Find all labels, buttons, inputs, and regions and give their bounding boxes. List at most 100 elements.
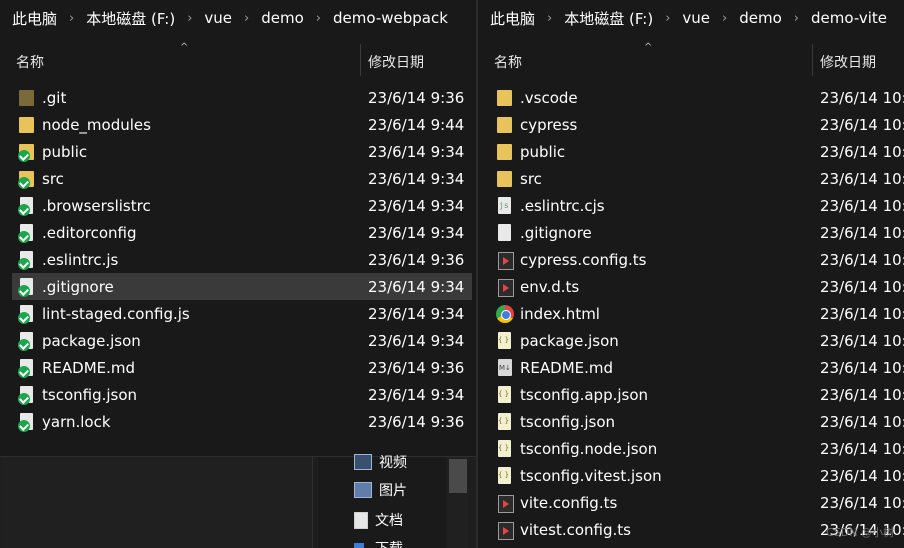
nav-item-documents[interactable]: 文档 (354, 510, 403, 530)
file-name: src (42, 169, 64, 188)
column-header: ^ 名称 修改日期 (0, 42, 476, 76)
file-name: tsconfig.json (520, 412, 616, 431)
breadcrumb-drive[interactable]: 本地磁盘 (F:) (82, 8, 179, 29)
breadcrumb-vue[interactable]: vue (678, 9, 714, 27)
column-resize-handle[interactable] (360, 44, 361, 76)
file-modified-date: 23/6/14 9:34 (368, 331, 465, 350)
file-row[interactable]: cypress 23/6/14 10: (490, 111, 904, 138)
breadcrumb: 此电脑 › 本地磁盘 (F:) › vue › demo › demo-vite (478, 0, 904, 36)
file-row[interactable]: public 23/6/14 10: (490, 138, 904, 165)
file-modified-date: 23/6/14 9:34 (368, 196, 465, 215)
file-row[interactable]: tsconfig.app.json 23/6/14 10: (490, 381, 904, 408)
file-name: .gitignore (42, 277, 114, 296)
breadcrumb-this-pc[interactable]: 此电脑 (8, 8, 61, 29)
column-resize-handle[interactable] (812, 44, 813, 76)
file-row[interactable]: .eslintrc.js 23/6/14 9:36 (12, 246, 472, 273)
document-folder-icon (354, 511, 368, 529)
download-folder-icon (354, 543, 364, 548)
file-modified-date: 23/6/14 9:34 (368, 223, 465, 242)
nav-item-videos[interactable]: 视频 (354, 452, 407, 472)
chevron-right-icon[interactable]: › (786, 11, 807, 26)
file-row[interactable]: tsconfig.vitest.json 23/6/14 10: (490, 462, 904, 489)
file-modified-date: 23/6/14 10: (820, 493, 904, 512)
breadcrumb-demo[interactable]: demo (257, 9, 308, 27)
folder-icon (18, 116, 36, 134)
chevron-right-icon[interactable]: › (61, 11, 82, 26)
folder-dark-icon (18, 89, 36, 107)
file-modified-date: 23/6/14 10: (820, 304, 904, 323)
file-name: .eslintrc.cjs (520, 196, 605, 215)
file-synced-icon (18, 277, 36, 297)
file-name: tsconfig.vitest.json (520, 466, 662, 485)
file-name: lint-staged.config.js (42, 304, 190, 323)
breadcrumb-demo[interactable]: demo (735, 9, 786, 27)
breadcrumb-drive[interactable]: 本地磁盘 (F:) (560, 8, 657, 29)
column-header-date[interactable]: 修改日期 (368, 52, 424, 72)
file-modified-date: 23/6/14 10: (820, 358, 904, 377)
nav-item-label: 下载 (375, 538, 403, 548)
file-row[interactable]: index.html 23/6/14 10: (490, 300, 904, 327)
file-name: node_modules (42, 115, 151, 134)
file-row[interactable]: yarn.lock 23/6/14 9:36 (12, 408, 472, 435)
breadcrumb-this-pc[interactable]: 此电脑 (486, 8, 539, 29)
file-modified-date: 23/6/14 10: (820, 115, 904, 134)
file-row[interactable]: tsconfig.json 23/6/14 10: (490, 408, 904, 435)
chevron-right-icon[interactable]: › (179, 11, 200, 26)
file-row[interactable]: src 23/6/14 9:34 (12, 165, 472, 192)
chevron-right-icon[interactable]: › (308, 11, 329, 26)
file-modified-date: 23/6/14 10: (820, 223, 904, 242)
nav-item-pictures[interactable]: 图片 (354, 480, 407, 500)
breadcrumb-vue[interactable]: vue (200, 9, 236, 27)
file-row[interactable]: tsconfig.json 23/6/14 9:34 (12, 381, 472, 408)
file-row[interactable]: package.json 23/6/14 10: (490, 327, 904, 354)
scrollbar-thumb[interactable] (449, 459, 467, 493)
file-name: README.md (42, 358, 136, 377)
file-modified-date: 23/6/14 10: (820, 331, 904, 350)
file-row[interactable]: node_modules 23/6/14 9:44 (12, 111, 472, 138)
file-synced-icon (18, 250, 36, 270)
file-name: .editorconfig (42, 223, 137, 242)
file-synced-icon (18, 412, 36, 432)
file-modified-date: 23/6/14 10: (820, 412, 904, 431)
file-row[interactable]: cypress.config.ts 23/6/14 10: (490, 246, 904, 273)
column-header-name[interactable]: 名称 (16, 52, 44, 72)
column-header-date[interactable]: 修改日期 (820, 52, 876, 72)
file-row[interactable]: .eslintrc.cjs 23/6/14 10: (490, 192, 904, 219)
nav-item-downloads[interactable]: 下载 (354, 538, 403, 548)
file-row[interactable]: .browserslistrc 23/6/14 9:34 (12, 192, 472, 219)
breadcrumb-current-folder[interactable]: demo-webpack (329, 9, 452, 27)
file-row[interactable]: .editorconfig 23/6/14 9:34 (12, 219, 472, 246)
chevron-right-icon[interactable]: › (714, 11, 735, 26)
picture-folder-icon (354, 482, 372, 498)
file-name: cypress.config.ts (520, 250, 647, 269)
file-row[interactable]: .git 23/6/14 9:36 (12, 84, 472, 111)
file-row[interactable]: env.d.ts 23/6/14 10: (490, 273, 904, 300)
file-row[interactable]: src 23/6/14 10: (490, 165, 904, 192)
chevron-right-icon[interactable]: › (657, 11, 678, 26)
file-row[interactable]: README.md 23/6/14 10: (490, 354, 904, 381)
file-modified-date: 23/6/14 9:36 (368, 412, 465, 431)
file-row[interactable]: .gitignore 23/6/14 9:34 (12, 273, 472, 300)
file-modified-date: 23/6/14 10: (820, 250, 904, 269)
file-modified-date: 23/6/14 10: (820, 169, 904, 188)
chevron-right-icon[interactable]: › (236, 11, 257, 26)
column-header-name[interactable]: 名称 (494, 52, 522, 72)
file-row[interactable]: .gitignore 23/6/14 10: (490, 219, 904, 246)
file-name: env.d.ts (520, 277, 580, 296)
file-row[interactable]: public 23/6/14 9:34 (12, 138, 472, 165)
file-row[interactable]: vite.config.ts 23/6/14 10: (490, 489, 904, 516)
file-row[interactable]: .vscode 23/6/14 10: (490, 84, 904, 111)
breadcrumb-current-folder[interactable]: demo-vite (807, 9, 891, 27)
file-name: .browserslistrc (42, 196, 151, 215)
file-row[interactable]: tsconfig.node.json 23/6/14 10: (490, 435, 904, 462)
nav-item-label: 文档 (375, 513, 403, 529)
folder-icon (496, 170, 514, 188)
chevron-right-icon[interactable]: › (539, 11, 560, 26)
file-name: public (520, 142, 566, 161)
file-row[interactable]: package.json 23/6/14 9:34 (12, 327, 472, 354)
watermark: CSDN @小树 (826, 526, 894, 539)
nav-item-label: 视频 (379, 455, 407, 471)
js-file-icon (496, 196, 514, 215)
file-row[interactable]: lint-staged.config.js 23/6/14 9:34 (12, 300, 472, 327)
file-row[interactable]: README.md 23/6/14 9:36 (12, 354, 472, 381)
